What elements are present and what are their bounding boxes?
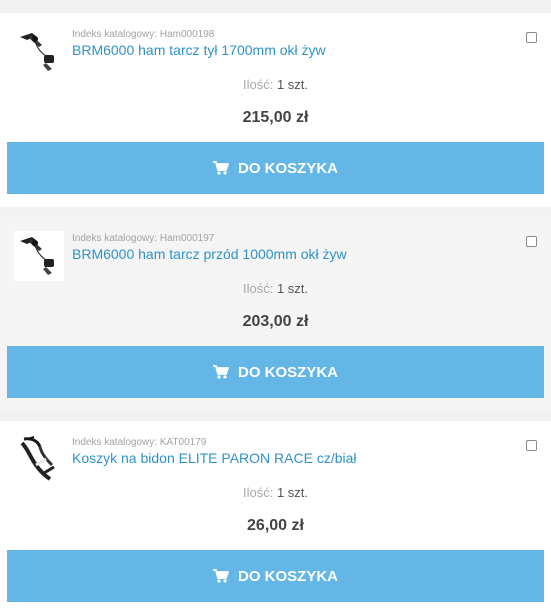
add-to-cart-button[interactable]: DO KOSZYKA <box>7 142 544 194</box>
product-price: 26,00 zł <box>247 517 304 534</box>
catalog-index: Indeks katalogowy: Ham000198 <box>72 29 214 40</box>
catalog-index: Indeks katalogowy: KAT00179 <box>72 437 206 448</box>
catalog-index-value: KAT00179 <box>159 437 207 448</box>
add-to-cart-button[interactable]: DO KOSZYKA <box>7 346 544 398</box>
catalog-index-value: Ham000197 <box>159 233 215 244</box>
quantity-value: 1 szt. <box>276 77 309 92</box>
catalog-index: Indeks katalogowy: Ham000197 <box>72 233 214 244</box>
cart-icon <box>212 161 229 175</box>
add-to-cart-label: DO KOSZYKA <box>237 567 338 585</box>
catalog-index-value: Ham000198 <box>159 29 215 40</box>
add-to-cart-button[interactable]: DO KOSZYKA <box>7 550 544 602</box>
product-title-link[interactable]: Koszyk na bidon ELITE PARON RACE cz/biał <box>72 450 357 466</box>
quantity-value: 1 szt. <box>276 485 309 500</box>
product-image[interactable] <box>14 27 64 77</box>
brake-lever-icon <box>20 33 54 71</box>
quantity: Ilość: 1 szt. <box>0 77 551 92</box>
product-card: Indeks katalogowy: Ham000198 BRM6000 ham… <box>0 13 551 207</box>
product-select-checkbox[interactable] <box>526 236 537 247</box>
brake-lever-icon <box>20 237 54 275</box>
cart-icon <box>212 569 229 583</box>
catalog-index-label: Indeks katalogowy: <box>72 437 158 448</box>
cart-icon <box>212 365 229 379</box>
quantity-label: Ilość: <box>242 77 274 92</box>
product-card: Indeks katalogowy: KAT00179 Koszyk na bi… <box>0 421 551 615</box>
add-to-cart-label: DO KOSZYKA <box>237 363 338 381</box>
quantity-label: Ilość: <box>242 281 274 296</box>
quantity: Ilość: 1 szt. <box>0 281 551 296</box>
catalog-index-label: Indeks katalogowy: <box>72 29 158 40</box>
product-price: 203,00 zł <box>242 313 309 330</box>
product-title-link[interactable]: BRM6000 ham tarcz tył 1700mm okł żyw <box>72 42 326 58</box>
product-select-checkbox[interactable] <box>526 32 537 43</box>
quantity-label: Ilość: <box>242 485 274 500</box>
bottle-cage-icon <box>20 436 55 481</box>
product-card: Indeks katalogowy: Ham000197 BRM6000 ham… <box>0 217 551 411</box>
add-to-cart-label: DO KOSZYKA <box>237 159 338 177</box>
quantity-value: 1 szt. <box>276 281 309 296</box>
product-select-checkbox[interactable] <box>526 440 537 451</box>
quantity: Ilość: 1 szt. <box>0 485 551 500</box>
product-price: 215,00 zł <box>242 109 309 126</box>
product-image[interactable] <box>14 231 64 281</box>
catalog-index-label: Indeks katalogowy: <box>72 233 158 244</box>
product-image[interactable] <box>14 435 64 485</box>
product-title-link[interactable]: BRM6000 ham tarcz przód 1000mm okł żyw <box>72 246 347 262</box>
